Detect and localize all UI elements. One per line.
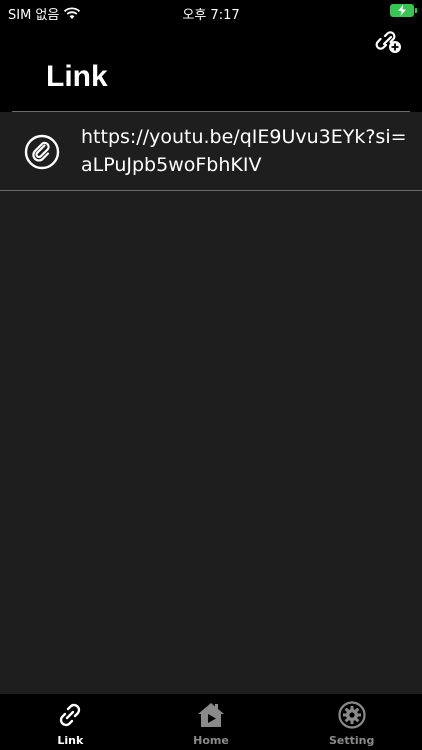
tab-setting[interactable]: Setting [281, 694, 422, 750]
link-list-item[interactable]: https://youtu.be/qIE9Uvu3EYk?si=aLPuJpb5… [0, 112, 422, 190]
gear-icon [338, 701, 366, 729]
add-link-icon[interactable] [374, 27, 402, 55]
status-time: 오후 7:17 [182, 8, 240, 23]
paperclip-icon [24, 134, 60, 170]
tab-setting-label: Setting [328, 734, 375, 747]
link-url: https://youtu.be/qIE9Uvu3EYk?si=aLPuJpb5… [81, 126, 407, 176]
tab-link-label: Link [57, 734, 84, 747]
tab-home-label: Home [193, 734, 229, 747]
top-header-area: SIM 없음 오후 7:17 Link [0, 0, 422, 112]
list-divider [0, 190, 422, 191]
link-icon [60, 703, 81, 727]
tab-home[interactable]: Home [141, 694, 282, 750]
charging-bolt-icon [398, 5, 406, 16]
home-play-icon [198, 703, 224, 727]
battery-icon [390, 4, 417, 17]
tab-bar: Link Home Setting [0, 694, 422, 750]
status-bar: SIM 없음 오후 7:17 [0, 0, 422, 24]
tab-link[interactable]: Link [0, 694, 141, 750]
page-title: Link [46, 60, 108, 93]
